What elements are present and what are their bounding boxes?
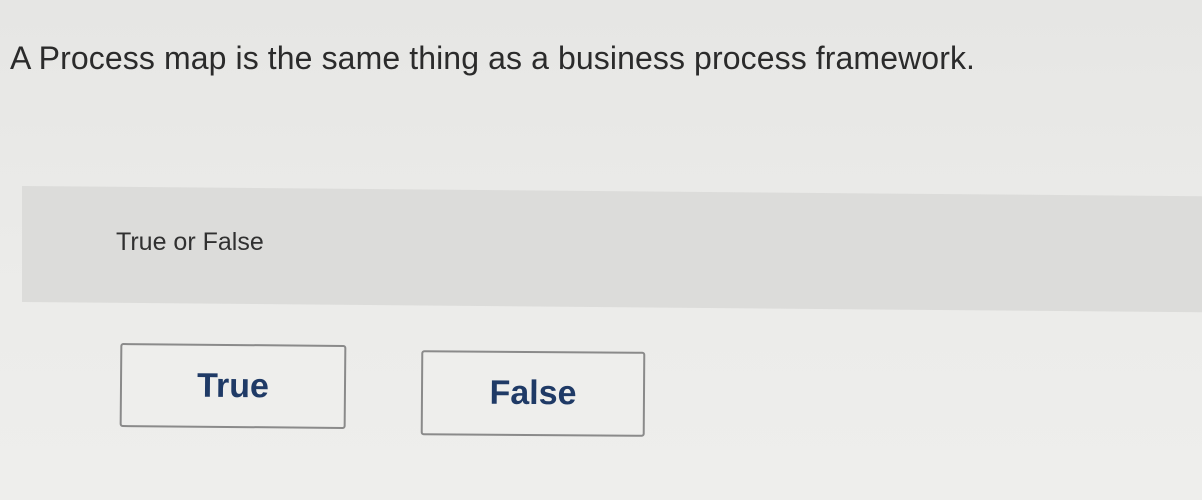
question-type-label: True or False — [116, 228, 264, 256]
question-prompt: A Process map is the same thing as a bus… — [10, 40, 976, 76]
false-choice-label: False — [489, 373, 577, 413]
false-choice-button[interactable]: False — [420, 350, 646, 437]
true-choice-label: True — [196, 366, 270, 405]
question-page: A Process map is the same thing as a bus… — [0, 0, 1202, 500]
true-choice-button[interactable]: True — [119, 343, 347, 429]
